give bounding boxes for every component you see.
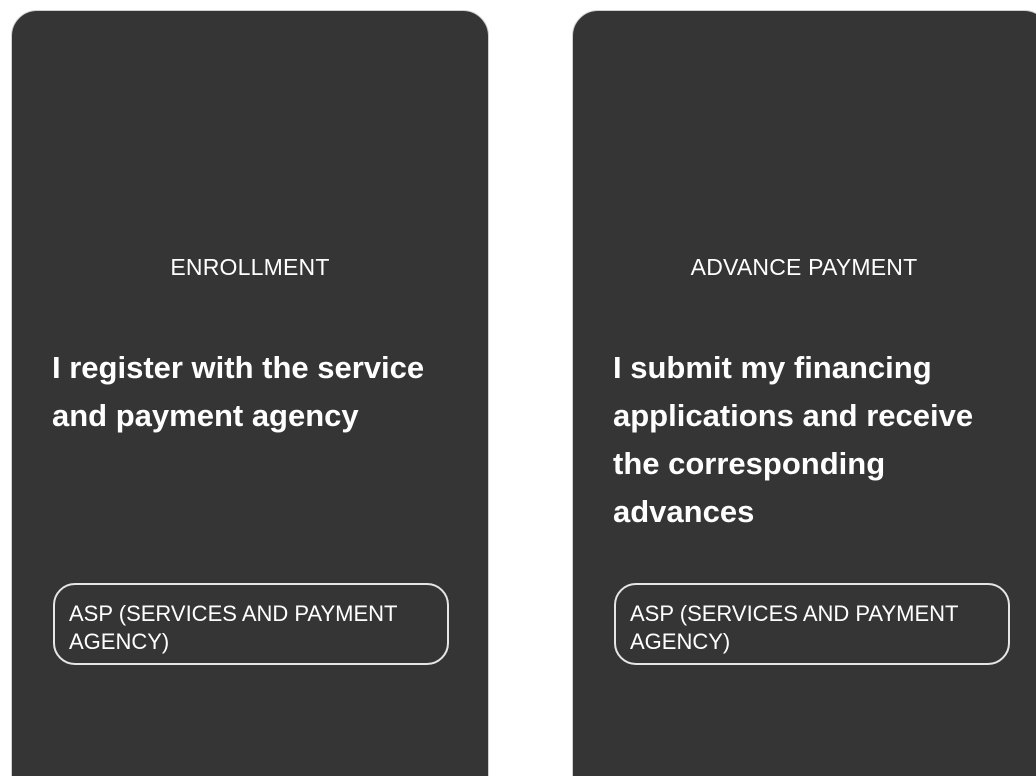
step-card-advance-payment: ADVANCE PAYMENT I submit my financing ap…: [572, 10, 1036, 776]
step-title: ENROLLMENT: [170, 254, 330, 280]
agency-tag-button[interactable]: ASP (SERVICES AND PAYMENT AGENCY): [53, 583, 449, 665]
step-card-enrollment: ENROLLMENT I register with the service a…: [11, 10, 489, 776]
process-steps: ENROLLMENT I register with the service a…: [0, 0, 1036, 776]
agency-tag-button[interactable]: ASP (SERVICES AND PAYMENT AGENCY): [614, 583, 1010, 665]
step-description: I register with the service and payment …: [52, 350, 425, 433]
step-description: I submit my financing applications and r…: [613, 350, 974, 529]
step-title: ADVANCE PAYMENT: [690, 254, 918, 280]
